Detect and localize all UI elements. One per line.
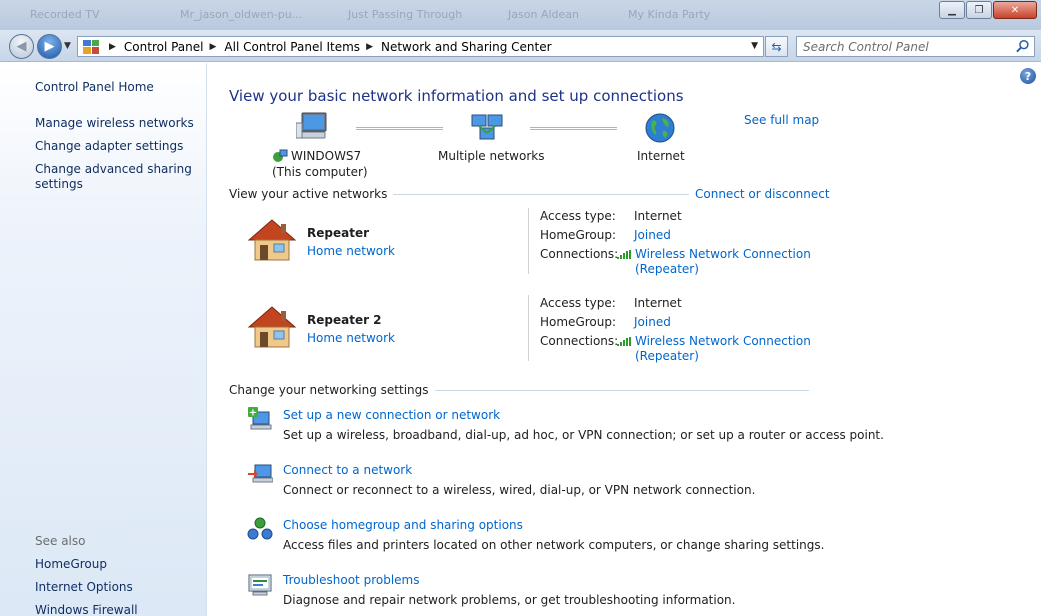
breadcrumb-item-network-sharing[interactable]: Network and Sharing Center [381, 40, 552, 54]
multiple-networks-label: Multiple networks [438, 149, 545, 163]
connections-label: Connections: [540, 334, 619, 348]
address-dropdown-icon[interactable]: ▼ [751, 41, 758, 51]
maximize-button[interactable]: ❐ [966, 1, 992, 19]
address-bar: ◀ ▶ ▼ ▶ Control Panel ▶ All Control Pane… [0, 30, 1041, 62]
background-tab: Jason Aldean [508, 8, 579, 21]
setup-connection-desc: Set up a wireless, broadband, dial-up, a… [283, 428, 884, 442]
sidebar-item-advanced-sharing[interactable]: Change advanced sharing settings [35, 162, 195, 192]
wireless-connection-link[interactable]: Wireless Network Connection [635, 247, 811, 261]
refresh-button[interactable]: ⇆ [765, 36, 788, 57]
internet-label: Internet [637, 149, 685, 163]
home-network-icon[interactable] [247, 305, 297, 351]
breadcrumb[interactable]: ▶ Control Panel ▶ All Control Panel Item… [77, 36, 764, 57]
change-settings-header: Change your networking settings [229, 383, 435, 397]
recent-pages-dropdown-icon[interactable]: ▼ [64, 41, 71, 51]
network-name: Repeater [307, 226, 369, 240]
close-button[interactable]: ✕ [993, 1, 1037, 19]
connect-or-disconnect-link[interactable]: Connect or disconnect [689, 187, 830, 201]
window-controls: ▁ ❐ ✕ [938, 1, 1037, 19]
multiple-networks-icon[interactable] [470, 113, 504, 143]
back-arrow-icon: ◀ [16, 39, 27, 54]
breadcrumb-item-control-panel[interactable]: Control Panel [124, 40, 204, 54]
map-connection-line [356, 127, 443, 130]
see-full-map-link[interactable]: See full map [744, 113, 819, 127]
sidebar-item-adapter-settings[interactable]: Change adapter settings [35, 139, 195, 154]
wireless-signal-icon [617, 250, 631, 259]
column-divider [528, 208, 529, 274]
network-type-link[interactable]: Home network [307, 331, 395, 345]
network-name: Repeater 2 [307, 313, 382, 327]
search-input[interactable] [797, 37, 1007, 56]
breadcrumb-separator-icon[interactable]: ▶ [366, 42, 373, 52]
setup-connection-link[interactable]: Set up a new connection or network [283, 408, 500, 422]
forward-button[interactable]: ▶ [37, 34, 62, 59]
access-type-value: Internet [634, 209, 682, 223]
sidebar-item-internet-options[interactable]: Internet Options [35, 580, 195, 595]
background-tab: Just Passing Through [348, 8, 463, 21]
background-tab: Mr_jason_oldwen-pu... [180, 8, 303, 21]
connect-to-network-desc: Connect or reconnect to a wireless, wire… [283, 483, 756, 497]
column-divider [528, 295, 529, 361]
main-content: ? View your basic network information an… [207, 63, 1041, 616]
connect-network-icon[interactable] [247, 461, 273, 487]
search-icon[interactable] [1015, 39, 1030, 54]
page-title: View your basic network information and … [229, 87, 684, 105]
search-box [796, 36, 1035, 57]
refresh-icon: ⇆ [771, 39, 782, 54]
network-type-link[interactable]: Home network [307, 244, 395, 258]
homegroup-joined-link[interactable]: Joined [634, 228, 671, 242]
map-connection-line [530, 127, 617, 130]
control-panel-icon [83, 39, 99, 54]
minimize-button[interactable]: ▁ [939, 1, 965, 19]
network-computer-icon [273, 149, 288, 162]
home-network-icon[interactable] [247, 218, 297, 264]
troubleshoot-link[interactable]: Troubleshoot problems [283, 573, 419, 587]
restore-icon: ❐ [974, 4, 984, 16]
internet-globe-icon[interactable] [644, 112, 676, 144]
homegroup-joined-link[interactable]: Joined [634, 315, 671, 329]
troubleshoot-desc: Diagnose and repair network problems, or… [283, 593, 736, 607]
computer-sub-label: (This computer) [272, 165, 368, 179]
wireless-connection-link[interactable]: Wireless Network Connection [635, 334, 811, 348]
wireless-connection-sub[interactable]: (Repeater) [635, 349, 699, 363]
wireless-signal-icon [617, 337, 631, 346]
homegroup-sharing-link[interactable]: Choose homegroup and sharing options [283, 518, 523, 532]
back-button[interactable]: ◀ [9, 34, 34, 59]
connect-to-network-link[interactable]: Connect to a network [283, 463, 412, 477]
breadcrumb-item-all-items[interactable]: All Control Panel Items [224, 40, 360, 54]
computer-name: WINDOWS7 [291, 149, 362, 163]
homegroup-label: HomeGroup: [540, 228, 617, 242]
homegroup-icon[interactable] [247, 516, 273, 542]
homegroup-label: HomeGroup: [540, 315, 617, 329]
sidebar: Control Panel Home Manage wireless netwo… [0, 63, 207, 616]
minimize-icon: ▁ [948, 4, 956, 16]
active-networks-header: View your active networks [229, 187, 394, 201]
sidebar-item-manage-wireless[interactable]: Manage wireless networks [35, 116, 195, 131]
see-also-label: See also [35, 534, 86, 548]
access-type-label: Access type: [540, 209, 616, 223]
breadcrumb-separator-icon[interactable]: ▶ [210, 42, 217, 52]
sidebar-item-homegroup[interactable]: HomeGroup [35, 557, 195, 572]
computer-icon[interactable] [296, 111, 330, 143]
homegroup-sharing-desc: Access files and printers located on oth… [283, 538, 825, 552]
help-icon[interactable]: ? [1020, 68, 1036, 84]
section-divider [402, 390, 809, 391]
window-titlebar: Recorded TV Mr_jason_oldwen-pu... Just P… [0, 0, 1041, 30]
svg-text:+: + [249, 408, 257, 419]
background-tab: My Kinda Party [628, 8, 711, 21]
forward-arrow-icon: ▶ [44, 39, 55, 54]
wireless-connection-sub[interactable]: (Repeater) [635, 262, 699, 276]
close-icon: ✕ [1010, 4, 1020, 16]
new-connection-icon[interactable]: + [247, 406, 273, 432]
troubleshoot-icon[interactable] [247, 571, 273, 597]
breadcrumb-separator-icon[interactable]: ▶ [109, 42, 116, 52]
access-type-value: Internet [634, 296, 682, 310]
sidebar-item-control-panel-home[interactable]: Control Panel Home [35, 80, 195, 95]
background-tab: Recorded TV [30, 8, 100, 21]
sidebar-item-windows-firewall[interactable]: Windows Firewall [35, 603, 195, 616]
connections-label: Connections: [540, 247, 619, 261]
access-type-label: Access type: [540, 296, 616, 310]
